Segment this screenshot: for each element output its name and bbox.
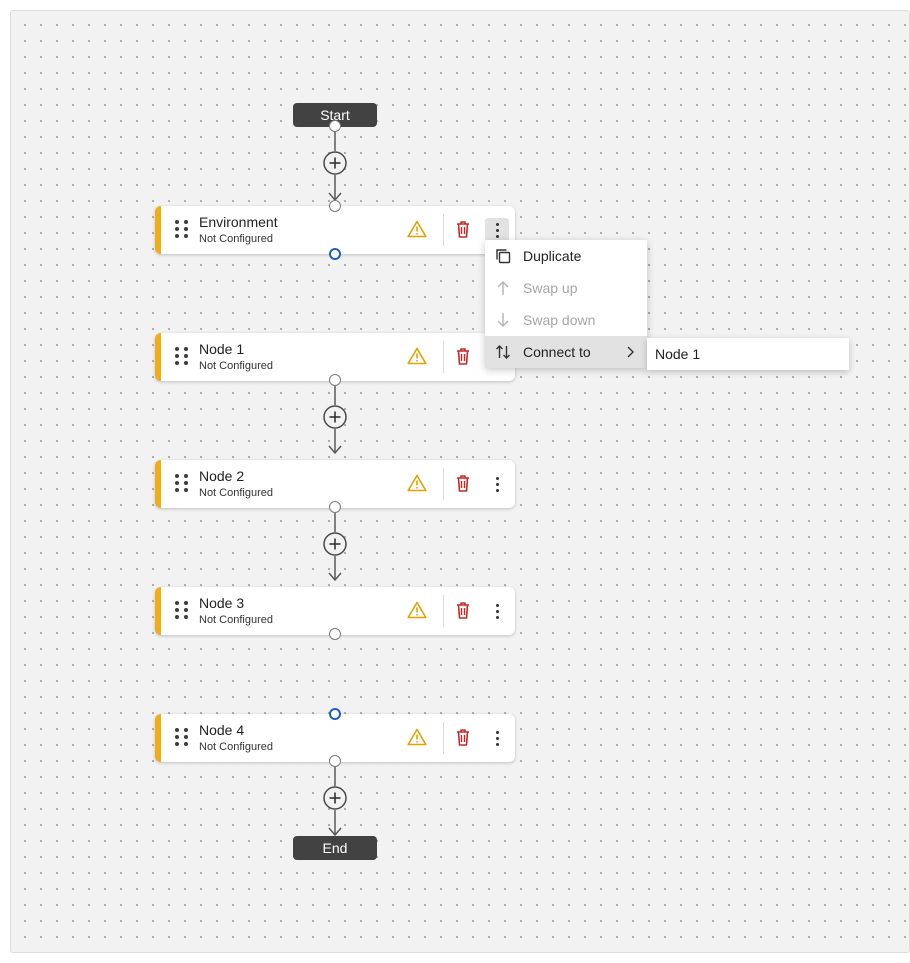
node-status: Not Configured (199, 614, 273, 626)
input-port-active[interactable] (329, 708, 341, 720)
drag-handle-icon[interactable] (175, 474, 189, 494)
add-node-button[interactable] (323, 532, 347, 556)
divider (443, 341, 444, 373)
node-title: Node 1 (199, 341, 245, 357)
menu-item-swap-down[interactable]: Swap down (485, 304, 647, 336)
drag-handle-icon[interactable] (175, 347, 189, 367)
more-vertical-icon[interactable] (485, 218, 509, 242)
drag-handle-icon[interactable] (175, 728, 189, 748)
more-vertical-icon[interactable] (485, 599, 509, 623)
trash-icon[interactable] (455, 473, 471, 493)
chevron-right-icon (627, 346, 634, 358)
menu-item-duplicate[interactable]: Duplicate (485, 240, 647, 272)
output-port[interactable] (329, 755, 341, 767)
menu-item-label: Swap up (523, 280, 578, 296)
output-port[interactable] (329, 374, 341, 386)
output-port[interactable] (329, 628, 341, 640)
node-context-menu: Duplicate Swap up Swap down Connect to (485, 240, 647, 368)
add-node-button[interactable] (323, 151, 347, 175)
node-title: Environment (199, 214, 278, 230)
menu-item-label: Connect to (523, 344, 591, 360)
node-status: Not Configured (199, 360, 273, 372)
add-node-button[interactable] (323, 405, 347, 429)
menu-item-connect-to[interactable]: Connect to (485, 336, 647, 368)
divider (443, 595, 444, 627)
trash-icon[interactable] (455, 346, 471, 366)
output-port[interactable] (329, 120, 341, 132)
menu-item-label: Duplicate (523, 248, 582, 264)
node-status: Not Configured (199, 487, 273, 499)
node-status: Not Configured (199, 233, 273, 245)
output-port-active[interactable] (329, 248, 341, 260)
end-label: End (322, 840, 348, 856)
duplicate-icon (496, 249, 511, 264)
menu-item-swap-up[interactable]: Swap up (485, 272, 647, 304)
trash-icon[interactable] (455, 600, 471, 620)
node-title: Node 3 (199, 595, 245, 611)
warning-icon (407, 220, 427, 238)
menu-item-label: Swap down (523, 312, 596, 328)
divider (443, 468, 444, 500)
divider (443, 722, 444, 754)
arrow-down-icon (497, 313, 509, 327)
output-port[interactable] (329, 501, 341, 513)
input-port[interactable] (329, 200, 341, 212)
more-vertical-icon[interactable] (485, 726, 509, 750)
warning-icon (407, 728, 427, 746)
divider (443, 214, 444, 246)
drag-handle-icon[interactable] (175, 601, 189, 621)
end-terminal: End (293, 836, 377, 860)
arrow-up-icon (497, 281, 509, 295)
warning-icon (407, 347, 427, 365)
connect-to-submenu: Node 1 (647, 338, 849, 370)
swap-vertical-icon (496, 345, 510, 359)
warning-icon (407, 474, 427, 492)
node-card-environment[interactable]: Environment Not Configured (155, 206, 515, 254)
more-vertical-icon[interactable] (485, 472, 509, 496)
add-node-button[interactable] (323, 786, 347, 810)
trash-icon[interactable] (455, 219, 471, 239)
warning-icon (407, 601, 427, 619)
drag-handle-icon[interactable] (175, 220, 189, 240)
node-status: Not Configured (199, 741, 273, 753)
node-title: Node 2 (199, 468, 245, 484)
node-title: Node 4 (199, 722, 245, 738)
submenu-item-node-1[interactable]: Node 1 (655, 346, 700, 362)
trash-icon[interactable] (455, 727, 471, 747)
